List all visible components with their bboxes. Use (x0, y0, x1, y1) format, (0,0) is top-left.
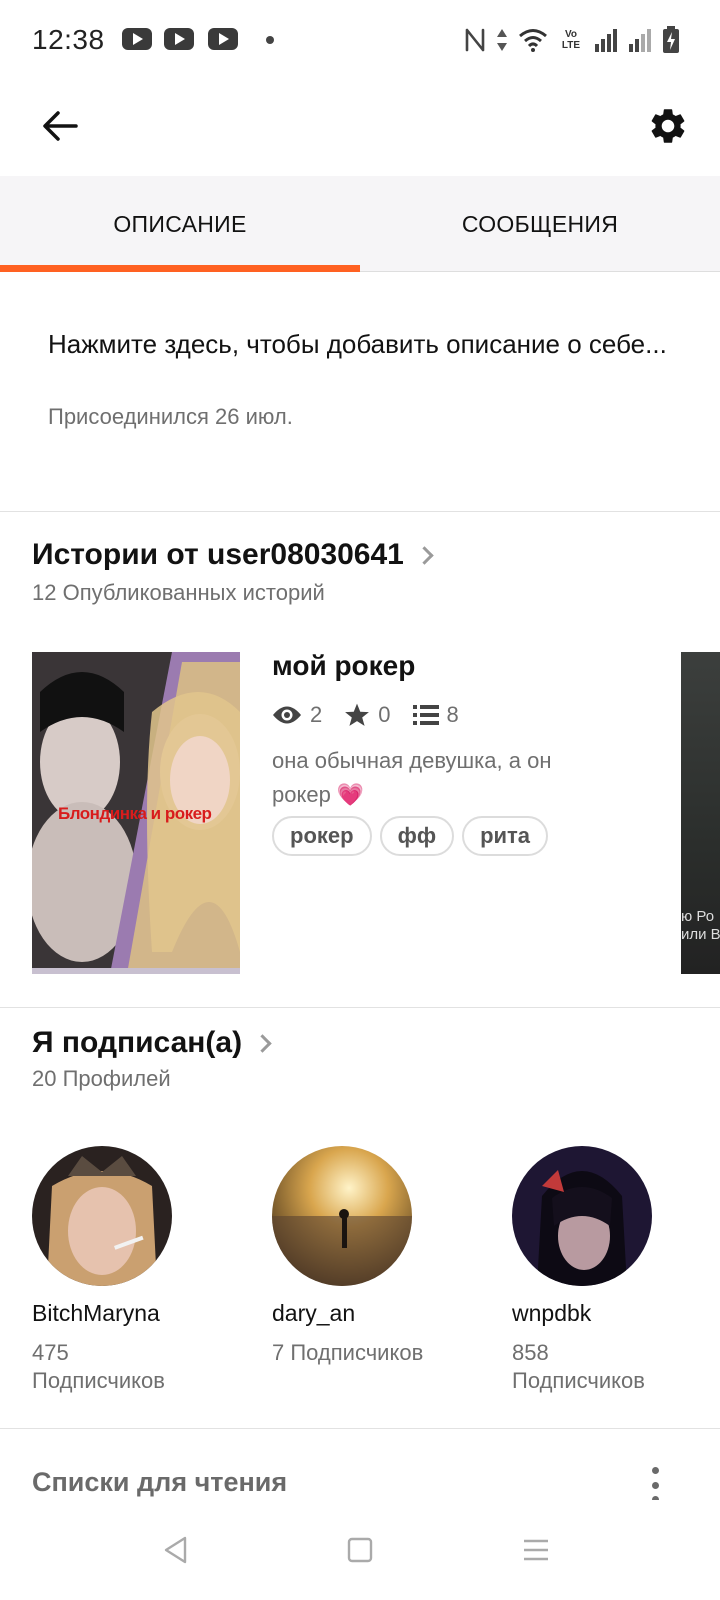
joined-date: Присоединился 26 июл. (48, 404, 293, 429)
gear-icon (651, 109, 685, 143)
stories-title: Истории от user08030641 (32, 538, 404, 571)
status-icons: Vo LTE (464, 24, 680, 56)
avatar (272, 1146, 412, 1286)
arrow-left-icon (43, 111, 78, 141)
battery-charging-icon (663, 26, 679, 53)
avatar (512, 1146, 652, 1286)
star-icon (345, 703, 370, 726)
recents-menu-icon (524, 1539, 548, 1561)
status-bar: 12:38 Vo LTE (0, 0, 720, 80)
nav-back-button[interactable] (146, 1530, 206, 1570)
next-story-cover-text: ю Ро или В (681, 908, 720, 943)
more-vertical-icon-dot (651, 1481, 659, 1489)
following-count: 20 Профилей (32, 1066, 171, 1091)
story-tags: рокер фф рита (272, 816, 549, 856)
signal-icon (595, 29, 617, 52)
story-stats: 2 0 8 (272, 702, 481, 728)
votes-count: 0 (378, 702, 391, 727)
chevron-right-icon (253, 1033, 272, 1053)
tab-messages[interactable]: СООБЩЕНИЯ (360, 176, 720, 272)
tab-indicator (0, 265, 360, 272)
nav-recents-button[interactable] (506, 1530, 566, 1570)
more-vertical-icon-dot (651, 1467, 659, 1474)
list-icon (412, 705, 439, 725)
back-triangle-icon (164, 1536, 187, 1564)
system-nav-bar (0, 1500, 720, 1600)
profile-card[interactable]: dary_an 7 Подписчиков (272, 1146, 472, 1367)
profile-name: wnpdbk (512, 1300, 592, 1326)
home-square-icon (347, 1537, 373, 1563)
volte-icon: Vo LTE (561, 29, 581, 51)
next-story-cover[interactable]: ю Ро или В (681, 652, 720, 974)
nav-home-button[interactable] (330, 1530, 390, 1570)
profile-name: dary_an (272, 1300, 356, 1326)
profile-tabs: ОПИСАНИЕ СООБЩЕНИЯ (0, 176, 720, 272)
reading-lists-title[interactable]: Списки для чтения (32, 1467, 287, 1498)
youtube-icon (164, 28, 194, 50)
chevron-right-icon (415, 545, 434, 565)
youtube-icon (208, 28, 238, 50)
tag-chip[interactable]: рокер (272, 816, 372, 856)
following-header[interactable]: Я подписан(а) (32, 1026, 272, 1060)
profile-followers: 858 Подписчиков (512, 1340, 645, 1393)
tab-about[interactable]: ОПИСАНИЕ (0, 176, 360, 272)
parts-count: 8 (446, 702, 459, 727)
notification-dot (266, 36, 274, 44)
avatar (32, 1146, 172, 1286)
story-title[interactable]: мой рокер (272, 650, 415, 682)
about-section: Нажмите здесь, чтобы добавить описание о… (0, 272, 720, 512)
views-stat: 2 (272, 702, 322, 728)
profile-followers: 475 Подписчиков (32, 1340, 165, 1393)
stories-count: 12 Опубликованных историй (32, 580, 325, 605)
profile-card[interactable]: wnpdbk 858 Подписчиков (512, 1146, 712, 1395)
parts-stat: 8 (412, 702, 459, 728)
status-time: 12:38 (32, 24, 105, 55)
story-description: она обычная девушка, а он рокер 💗 (272, 748, 552, 807)
following-section: Я подписан(а) 20 Профилей BitchMaryna 47… (0, 1008, 720, 1429)
nfc-icon (465, 28, 485, 52)
story-cover[interactable]: Блондинка и рокер (32, 652, 240, 974)
votes-stat: 0 (344, 702, 391, 728)
eye-icon (273, 706, 301, 724)
settings-button[interactable] (638, 96, 698, 156)
signal-icon (629, 29, 651, 52)
add-description-prompt[interactable]: Нажмите здесь, чтобы добавить описание о… (48, 324, 668, 364)
tag-chip[interactable]: фф (379, 816, 455, 856)
tag-chip[interactable]: рита (462, 816, 549, 856)
profile-name: BitchMaryna (32, 1300, 160, 1326)
wifi-icon (519, 29, 547, 52)
back-button[interactable] (30, 96, 90, 156)
stories-section: Истории от user08030641 12 Опубликованны… (0, 512, 720, 1008)
stories-header[interactable]: Истории от user08030641 (32, 538, 434, 572)
profile-card[interactable]: BitchMaryna 475 Подписчиков (32, 1146, 232, 1395)
views-count: 2 (310, 702, 323, 727)
toolbar (0, 80, 720, 176)
data-arrows-icon (497, 29, 507, 51)
youtube-icon (122, 28, 152, 50)
story-cover-text: Блондинка и рокер (58, 804, 212, 823)
profile-followers: 7 Подписчиков (272, 1340, 424, 1365)
following-title: Я подписан(а) (32, 1026, 243, 1059)
